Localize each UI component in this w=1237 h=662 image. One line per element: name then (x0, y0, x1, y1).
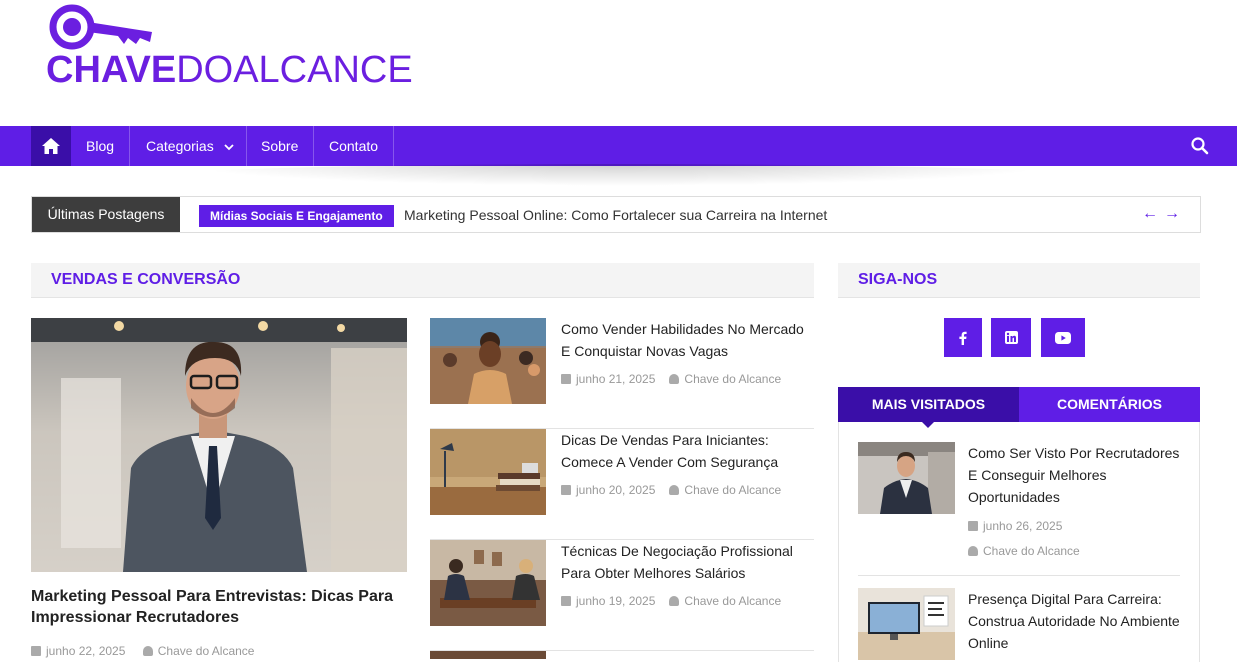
linkedin-button[interactable] (991, 318, 1031, 357)
latest-posts-ticker: Últimas Postagens Mídias Sociais E Engaj… (31, 196, 1201, 233)
ticker-label: Últimas Postagens (32, 197, 180, 232)
main-navigation: Blog Categorias Sobre Contato (0, 126, 1237, 166)
post-title[interactable]: Como Ser Visto Por Recrutadores E Conseg… (968, 442, 1182, 508)
ticker-controls: ←→ (1142, 205, 1186, 223)
calendar-icon (561, 485, 571, 495)
calendar-icon (968, 521, 978, 531)
nav-shadow (180, 164, 1060, 186)
ticker-category-badge[interactable]: Mídias Sociais E Engajamento (199, 205, 394, 227)
facebook-icon (959, 331, 967, 345)
author-link[interactable]: Chave do Alcance (684, 594, 781, 608)
list-item: Como Ser Visto Por Recrutadores E Conseg… (858, 442, 1180, 576)
featured-post-meta: junho 22, 2025 Chave do Alcance (31, 644, 254, 658)
list-item: Dicas De Vendas Para Iniciantes: Comece … (430, 429, 814, 540)
list-item: Como Vender Habilidades No Mercado E Con… (430, 318, 814, 429)
nav-item-blog[interactable]: Blog (71, 126, 131, 166)
section-header-vendas: VENDAS E CONVERSÃO (31, 263, 814, 298)
calendar-icon (561, 596, 571, 606)
nav-item-categorias[interactable]: Categorias (131, 126, 247, 166)
post-title[interactable]: Como Vender Habilidades No Mercado E Con… (561, 318, 811, 362)
ticker-headline-link[interactable]: Marketing Pessoal Online: Como Fortalece… (404, 197, 827, 234)
post-author: Chave do Alcance (968, 544, 1080, 558)
calendar-icon (31, 646, 41, 656)
list-item: Técnicas De Negociação Profissional Para… (430, 540, 814, 651)
user-icon (669, 485, 680, 495)
key-logo-icon (49, 4, 152, 50)
businessman-photo (31, 318, 407, 572)
arrow-left-icon[interactable]: ← (1142, 205, 1164, 222)
featured-post-image[interactable] (31, 318, 407, 572)
post-thumbnail-partial[interactable] (430, 651, 546, 659)
post-meta: junho 20, 2025 Chave do Alcance (561, 483, 781, 497)
post-thumbnail[interactable] (858, 588, 955, 660)
home-button[interactable] (31, 126, 71, 166)
search-icon[interactable] (1191, 137, 1209, 155)
chevron-down-icon (223, 144, 234, 151)
sidebar-tabs: MAIS VISITADOS COMENTÁRIOS (838, 387, 1200, 428)
facebook-button[interactable] (944, 318, 982, 357)
linkedin-icon (1004, 331, 1018, 344)
home-icon (42, 138, 60, 154)
post-title[interactable]: Dicas De Vendas Para Iniciantes: Comece … (561, 429, 811, 473)
post-thumbnail[interactable] (430, 318, 546, 404)
post-meta: junho 21, 2025 Chave do Alcance (561, 372, 781, 386)
post-thumbnail[interactable] (858, 442, 955, 514)
user-icon (142, 646, 153, 656)
post-thumbnail[interactable] (430, 429, 546, 515)
list-item: Presença Digital Para Carreira: Construa… (858, 588, 1182, 660)
calendar-icon (561, 374, 571, 384)
featured-post-title[interactable]: Marketing Pessoal Para Entrevistas: Dica… (31, 586, 407, 628)
user-icon (968, 546, 978, 556)
desk-monitor-photo (858, 588, 955, 660)
author-link[interactable]: Chave do Alcance (983, 544, 1080, 558)
user-icon (669, 374, 680, 384)
author-link[interactable]: Chave do Alcance (684, 483, 781, 497)
desk-books-photo (430, 429, 546, 515)
user-icon (669, 596, 680, 606)
tab-comentarios[interactable]: COMENTÁRIOS (1019, 387, 1200, 422)
market-crowd-photo (430, 318, 546, 404)
logo-wordmark: CHAVEDOALCANCE (46, 49, 413, 91)
post-title[interactable]: Presença Digital Para Carreira: Construa… (968, 588, 1182, 654)
youtube-button[interactable] (1041, 318, 1085, 357)
author-link[interactable]: Chave do Alcance (158, 644, 255, 658)
author-link[interactable]: Chave do Alcance (684, 372, 781, 386)
tab-mais-visitados[interactable]: MAIS VISITADOS (838, 387, 1019, 422)
post-date: junho 26, 2025 (968, 519, 1062, 533)
nav-item-contato[interactable]: Contato (314, 126, 395, 166)
section-header-siga-nos: SIGA-NOS (838, 263, 1200, 298)
site-logo[interactable]: CHAVEDOALCANCE (46, 2, 413, 92)
post-title[interactable]: Técnicas De Negociação Profissional Para… (561, 540, 811, 584)
negotiation-meeting-photo (430, 540, 546, 626)
arrow-right-icon[interactable]: → (1164, 205, 1186, 222)
post-thumbnail[interactable] (430, 540, 546, 626)
nav-item-sobre[interactable]: Sobre (246, 126, 315, 166)
youtube-icon (1055, 331, 1071, 344)
post-meta: junho 19, 2025 Chave do Alcance (561, 594, 781, 608)
recruiter-portrait-photo (858, 442, 955, 514)
